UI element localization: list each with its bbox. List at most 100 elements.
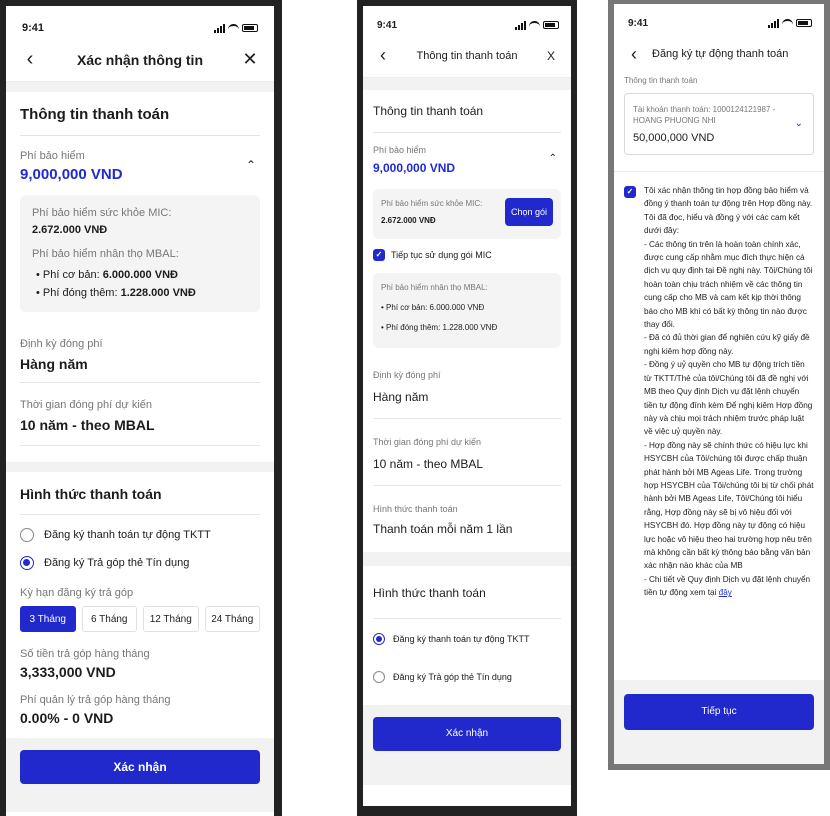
radio-on-icon[interactable] xyxy=(20,556,34,570)
screen-auto-payment: 9:41 ‹ Đăng ký tự động thanh toán Thông … xyxy=(614,4,824,764)
radio-on-icon[interactable] xyxy=(373,633,385,645)
wifi-icon xyxy=(529,21,540,29)
agreement-text: Tôi xác nhận thông tin hợp đồng bảo hiểm… xyxy=(644,184,814,600)
checkbox-checked-icon[interactable]: ✓ xyxy=(373,249,385,261)
back-icon[interactable]: ‹ xyxy=(624,44,644,65)
premium-breakdown-card: Phí bảo hiểm sức khỏe MIC: 2.672.000 VNĐ… xyxy=(20,195,260,312)
section-gap xyxy=(363,552,571,566)
status-bar: 9:41 xyxy=(614,4,824,32)
period-label: Định kỳ đóng phí xyxy=(373,370,441,380)
checkbox-checked-icon[interactable]: ✓ xyxy=(624,186,636,198)
status-bar: 9:41 xyxy=(6,6,274,38)
item-label: Phí cơ bản: xyxy=(42,269,103,281)
status-time: 9:41 xyxy=(377,19,398,31)
term-chips: 3 Tháng 6 Tháng 12 Tháng 24 Tháng xyxy=(20,606,260,632)
status-time: 9:41 xyxy=(22,22,45,34)
close-icon[interactable]: ✕ xyxy=(240,49,260,70)
continue-mic-row[interactable]: ✓ Tiếp tục sử dụng gói MIC xyxy=(373,249,561,261)
radio-option-installment[interactable]: Đăng ký Trả góp thẻ Tín dụng xyxy=(373,645,561,683)
payment-info-section: Thông tin thanh toán Phí bảo hiểm 9,000,… xyxy=(6,92,274,446)
chip-3-months[interactable]: 3 Tháng xyxy=(20,606,76,632)
confirm-button[interactable]: Xác nhận xyxy=(373,717,561,751)
signal-icon xyxy=(768,18,779,28)
close-icon[interactable]: X xyxy=(541,49,561,63)
term-value: 10 năm - theo MBAL xyxy=(20,417,155,433)
account-balance: 50,000,000 VND xyxy=(633,132,715,144)
fee-label: Phí quản lý trả góp hàng tháng xyxy=(20,694,171,706)
account-select[interactable]: Tài khoản thanh toán: 1000124121987 - HO… xyxy=(624,93,814,155)
nav-bar: ‹ Xác nhận thông tin ✕ xyxy=(6,38,274,82)
installment-term-label: Kỳ hạn đăng ký trả góp xyxy=(20,587,134,599)
screen-confirm-info: 9:41 ‹ Xác nhận thông tin ✕ Thông tin th… xyxy=(6,6,274,816)
option-label: Đăng ký Trả góp thẻ Tín dụng xyxy=(44,557,190,569)
term-row: Thời gian đóng phí dự kiến 10 năm - theo… xyxy=(373,419,561,486)
period-row: Định kỳ đóng phí Hàng năm xyxy=(373,348,561,419)
premium-row[interactable]: Phí bảo hiểm 9,000,000 VND ⌃ xyxy=(20,136,260,183)
list-item: Phí đóng thêm: 1.228.000 VNĐ xyxy=(36,284,248,302)
term-row: Thời gian đóng phí dự kiến 10 năm - theo… xyxy=(20,383,260,446)
list-item: Phí cơ bản: 6.000.000 VNĐ xyxy=(36,266,248,284)
detail-link[interactable]: đây xyxy=(719,588,732,597)
chip-12-months[interactable]: 12 Tháng xyxy=(143,606,199,632)
item-value: 1.228.000 VNĐ xyxy=(120,287,196,299)
radio-option-auto[interactable]: Đăng ký thanh toán tự động TKTT xyxy=(20,515,260,542)
status-bar: 9:41 xyxy=(363,6,571,34)
period-label: Định kỳ đóng phí xyxy=(20,338,103,350)
period-value: Hàng năm xyxy=(373,390,429,404)
section-title: Thông tin thanh toán xyxy=(20,92,260,136)
chevron-down-icon[interactable]: ⌄ xyxy=(795,118,803,129)
mbal-list: Phí cơ bản: 6.000.000 VNĐ Phí đóng thêm:… xyxy=(32,266,248,302)
choose-package-button[interactable]: Chọn gói xyxy=(505,198,553,226)
mic-label: Phí bảo hiểm sức khỏe MIC: xyxy=(32,207,172,219)
continue-button[interactable]: Tiếp tục xyxy=(624,694,814,730)
radio-off-icon[interactable] xyxy=(373,671,385,683)
signal-icon xyxy=(214,23,225,33)
chip-6-months[interactable]: 6 Tháng xyxy=(81,606,137,632)
item-label: Phí đóng thêm: xyxy=(42,287,121,299)
item-label: Phí đóng thêm: xyxy=(386,323,443,332)
battery-icon xyxy=(796,19,812,27)
term-label: Thời gian đóng phí dự kiến xyxy=(20,399,152,411)
page-title: Thông tin thanh toán xyxy=(416,49,518,62)
payment-method-section: Hình thức thanh toán Đăng ký thanh toán … xyxy=(363,566,571,683)
chevron-up-icon[interactable]: ⌃ xyxy=(246,158,256,172)
back-icon[interactable]: ‹ xyxy=(373,45,393,66)
monthly-label: Số tiền trả góp hàng tháng xyxy=(20,648,150,660)
page-title: Đăng ký tự động thanh toán xyxy=(652,48,789,60)
radio-option-auto[interactable]: Đăng ký thanh toán tự động TKTT xyxy=(373,619,561,645)
chip-24-months[interactable]: 24 Tháng xyxy=(204,606,260,632)
agreement-paragraph: - Chi tiết về Quy định Dịch vụ đặt lệnh … xyxy=(644,573,814,600)
section-gap xyxy=(6,82,274,92)
agreement-paragraph: - Các thông tin trên là hoàn toàn chính … xyxy=(644,239,813,330)
item-value: 6.000.000 VNĐ xyxy=(429,303,485,312)
radio-option-installment[interactable]: Đăng ký Trả góp thẻ Tín dụng xyxy=(20,542,260,570)
account-section: Thông tin thanh toán Tài khoản thanh toá… xyxy=(614,76,824,155)
option-label: Đăng ký Trả góp thẻ Tín dụng xyxy=(393,672,512,682)
footer: Xác nhận xyxy=(6,738,274,812)
continue-mic-label: Tiếp tục sử dụng gói MIC xyxy=(391,250,492,260)
system-icons xyxy=(768,18,812,28)
canvas: 9:41 ‹ Xác nhận thông tin ✕ Thông tin th… xyxy=(0,0,830,816)
back-icon[interactable]: ‹ xyxy=(20,48,40,71)
mbal-label: Phí bảo hiểm nhân thọ MBAL: xyxy=(381,283,488,292)
section-gap xyxy=(363,78,571,90)
radio-off-icon[interactable] xyxy=(20,528,34,542)
confirm-button[interactable]: Xác nhận xyxy=(20,750,260,784)
form-row: Hình thức thanh toán Thanh toán mỗi năm … xyxy=(373,486,561,552)
mbal-list: Phí cơ bản: 6.000.000 VNĐ Phí đóng thêm:… xyxy=(381,298,553,338)
battery-icon xyxy=(543,21,559,29)
fee-value: 0.00% - 0 VND xyxy=(20,710,114,726)
premium-label: Phí bảo hiểm xyxy=(20,150,85,162)
premium-row[interactable]: Phí bảo hiểm 9,000,000 VND ⌃ xyxy=(373,133,561,175)
premium-value: 9,000,000 VND xyxy=(373,161,456,175)
chevron-up-icon[interactable]: ⌃ xyxy=(549,153,557,164)
section-title: Hình thức thanh toán xyxy=(20,472,260,515)
form-label: Hình thức thanh toán xyxy=(373,504,458,514)
item-label: Phí cơ bản: xyxy=(386,303,430,312)
wifi-icon xyxy=(228,24,239,32)
page-title: Xác nhận thông tin xyxy=(77,51,203,68)
agreement-section: ✓ Tôi xác nhận thông tin hợp đồng bảo hi… xyxy=(614,171,824,600)
period-value: Hàng năm xyxy=(20,356,88,372)
list-item: Phí cơ bản: 6.000.000 VNĐ xyxy=(381,298,553,318)
mbal-card: Phí bảo hiểm nhân thọ MBAL: Phí cơ bản: … xyxy=(373,273,561,348)
